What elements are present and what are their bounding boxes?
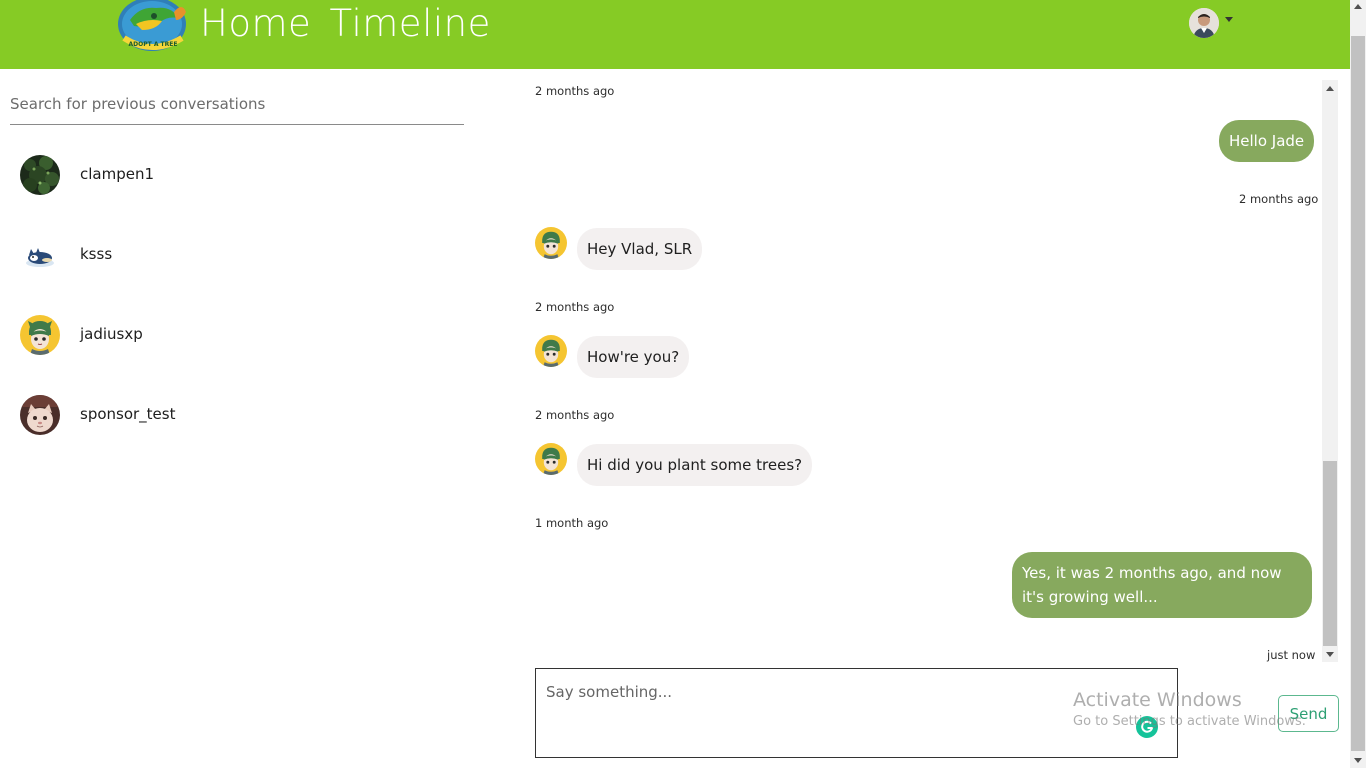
contact-name: jadiusxp <box>80 325 143 343</box>
incoming-message-bubble: Hey Vlad, SLR <box>577 228 703 270</box>
incoming-message-bubble: Hi did you plant some trees? <box>577 444 813 486</box>
user-photo-icon <box>1189 8 1219 38</box>
incoming-message-bubble: How're you? <box>577 336 690 378</box>
outgoing-message-bubble: Hello Jade <box>1219 120 1315 162</box>
contact-item-jadiusxp[interactable]: jadiusxp <box>0 295 480 375</box>
sender-avatar-icon <box>535 335 567 367</box>
grammarly-icon[interactable] <box>1136 716 1158 738</box>
message-timestamp: 2 months ago <box>1239 192 1319 206</box>
message-timestamp: 2 months ago <box>535 300 615 314</box>
contact-name: ksss <box>80 245 113 263</box>
contact-name: sponsor_test <box>80 405 176 423</box>
message-timestamp: 2 months ago <box>535 408 615 422</box>
tree-photo-avatar-icon <box>20 155 60 195</box>
page-title: Home Timeline <box>200 2 491 45</box>
user-avatar[interactable] <box>1189 8 1219 38</box>
contact-item-clampen1[interactable]: clampen1 <box>0 135 480 215</box>
message-timestamp: 2 months ago <box>535 84 615 98</box>
user-menu-caret-icon[interactable] <box>1225 17 1233 22</box>
chat-scroll-thumb[interactable] <box>1323 461 1337 646</box>
conversation-search-input[interactable] <box>10 84 464 125</box>
message-timestamp: 1 month ago <box>535 516 609 530</box>
cat-illustration-avatar-icon <box>20 235 60 275</box>
sender-avatar-icon <box>535 227 567 259</box>
cat-photo-avatar-icon <box>20 395 60 435</box>
logo-text: ADOPT A TREE <box>129 41 178 48</box>
message-timestamp: just now <box>1267 648 1316 662</box>
chat-scroll-up-icon[interactable] <box>1326 86 1334 91</box>
sender-avatar-icon <box>535 443 567 475</box>
page-scroll-up-icon[interactable] <box>1354 4 1362 9</box>
contact-item-ksss[interactable]: ksss <box>0 215 480 295</box>
send-button[interactable]: Send <box>1278 695 1339 732</box>
anime-character-avatar-icon <box>20 315 60 355</box>
contact-item-sponsor-test[interactable]: sponsor_test <box>0 375 480 455</box>
contact-name: clampen1 <box>80 165 155 183</box>
adopt-a-tree-logo[interactable]: ADOPT A TREE <box>116 0 192 52</box>
outgoing-message-bubble: Yes, it was 2 months ago, and now it's g… <box>1012 552 1312 618</box>
page-scroll-down-icon[interactable] <box>1354 758 1362 763</box>
message-compose-input[interactable] <box>535 668 1178 758</box>
app-header: ADOPT A TREE Home Timeline <box>0 0 1350 69</box>
chat-scroll-down-icon[interactable] <box>1326 652 1334 657</box>
page-scroll-thumb[interactable] <box>1351 36 1365 751</box>
